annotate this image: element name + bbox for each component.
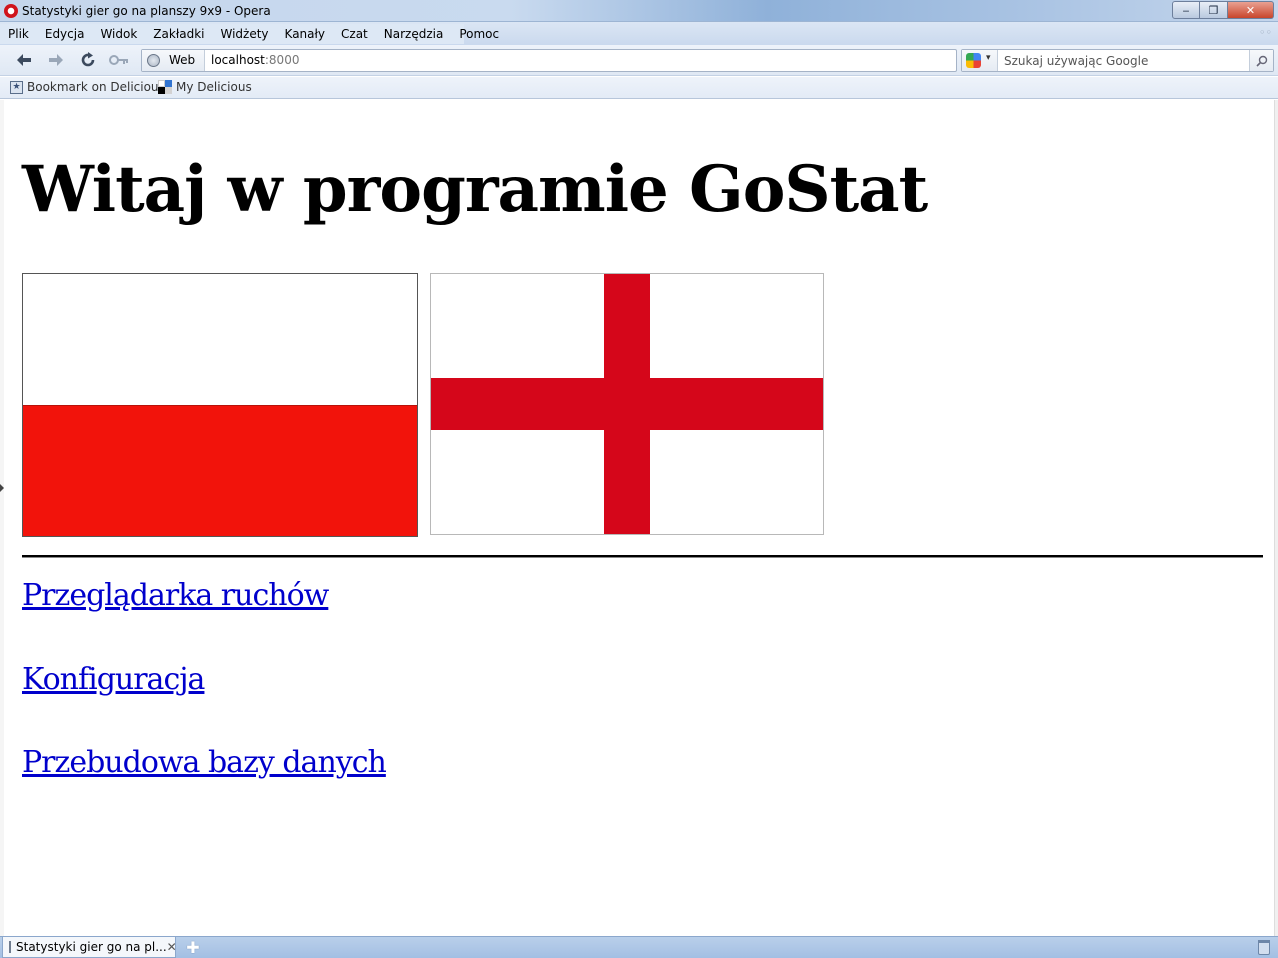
- polish-flag-image[interactable]: [22, 273, 418, 537]
- forward-arrow-icon[interactable]: [46, 51, 66, 69]
- bookmark-label: My Delicious: [176, 80, 252, 94]
- back-arrow-icon[interactable]: [14, 51, 34, 69]
- key-icon[interactable]: [109, 51, 129, 69]
- opera-logo-icon[interactable]: [4, 4, 18, 18]
- menu-widzety[interactable]: Widżety: [212, 24, 276, 44]
- my-delicious[interactable]: My Delicious: [158, 80, 252, 94]
- menu-kanaly[interactable]: Kanały: [277, 24, 333, 44]
- close-tab-icon[interactable]: ✕: [167, 940, 177, 954]
- english-flag-image[interactable]: [430, 273, 824, 535]
- menu-plik[interactable]: Plik: [0, 24, 37, 44]
- address-field[interactable]: localhost:8000: [211, 53, 299, 67]
- tab-bar: Statystyki gier go na pl... ✕ ✚: [0, 936, 1278, 958]
- google-icon: [966, 53, 981, 68]
- window-title: Statystyki gier go na planszy 9x9 - Oper…: [22, 4, 271, 18]
- menu-pomoc[interactable]: Pomoc: [451, 24, 507, 44]
- address-host: localhost: [211, 53, 265, 67]
- chevron-down-icon: ▾: [986, 53, 991, 63]
- menu-zakladki[interactable]: Zakładki: [145, 24, 212, 44]
- menu-bar: Plik Edycja Widok Zakładki Widżety Kanał…: [0, 22, 1278, 45]
- window-titlebar: Statystyki gier go na planszy 9x9 - Oper…: [0, 0, 1278, 22]
- site-badge-label: Web: [169, 53, 196, 67]
- rebuild-database-link[interactable]: Przebudowa bazy danych: [22, 744, 387, 782]
- flag-cross-horizontal: [431, 378, 823, 430]
- search-input[interactable]: [1004, 52, 1244, 69]
- page-title: Witaj w programie GoStat: [22, 152, 928, 227]
- address-port: :8000: [264, 53, 300, 67]
- bookmark-on-delicious[interactable]: ★ Bookmark on Delicious: [10, 80, 165, 94]
- page-right-edge: [1274, 100, 1278, 936]
- delicious-icon: [158, 80, 172, 94]
- page-content: Witaj w programie GoStat Przeglądarka ru…: [4, 100, 1274, 936]
- reload-icon[interactable]: [78, 51, 98, 69]
- menu-strip: Plik Edycja Widok Zakładki Widżety Kanał…: [0, 24, 499, 44]
- flag-red-stripe: [23, 405, 417, 536]
- toolbar-grip-icon: ◦◦: [1259, 26, 1272, 39]
- star-icon: ★: [10, 80, 23, 94]
- menu-narzedzia[interactable]: Narzędzia: [376, 24, 452, 44]
- magnifier-icon[interactable]: [1249, 50, 1273, 71]
- bookmark-label: Bookmark on Delicious: [27, 80, 165, 94]
- window-controls: ‒ ❐ ✕: [1172, 1, 1274, 19]
- menu-widok[interactable]: Widok: [92, 24, 145, 44]
- close-button[interactable]: ✕: [1228, 1, 1274, 19]
- tab-label: Statystyki gier go na pl...: [16, 940, 167, 954]
- bookmarks-bar: ★ Bookmark on Delicious My Delicious: [0, 77, 1278, 99]
- moves-browser-link[interactable]: Przeglądarka ruchów: [22, 577, 329, 615]
- trash-icon[interactable]: [1258, 940, 1270, 955]
- flag-white-stripe: [23, 274, 417, 405]
- page-icon: [9, 941, 11, 953]
- navigation-toolbar: Web localhost:8000 ▾: [0, 45, 1278, 76]
- globe-icon: [147, 54, 160, 67]
- search-engine-selector[interactable]: ▾: [962, 50, 998, 71]
- minimize-button[interactable]: ‒: [1172, 1, 1200, 19]
- new-tab-icon[interactable]: ✚: [184, 940, 202, 956]
- horizontal-rule: [22, 555, 1263, 558]
- menu-czat[interactable]: Czat: [333, 24, 376, 44]
- configuration-link[interactable]: Konfiguracja: [22, 661, 205, 699]
- site-badge[interactable]: Web: [142, 50, 205, 71]
- address-bar[interactable]: Web localhost:8000: [141, 49, 957, 72]
- search-box: ▾: [961, 49, 1274, 72]
- menu-edycja[interactable]: Edycja: [37, 24, 93, 44]
- maximize-button[interactable]: ❐: [1200, 1, 1228, 19]
- tab-active[interactable]: Statystyki gier go na pl... ✕: [2, 937, 177, 958]
